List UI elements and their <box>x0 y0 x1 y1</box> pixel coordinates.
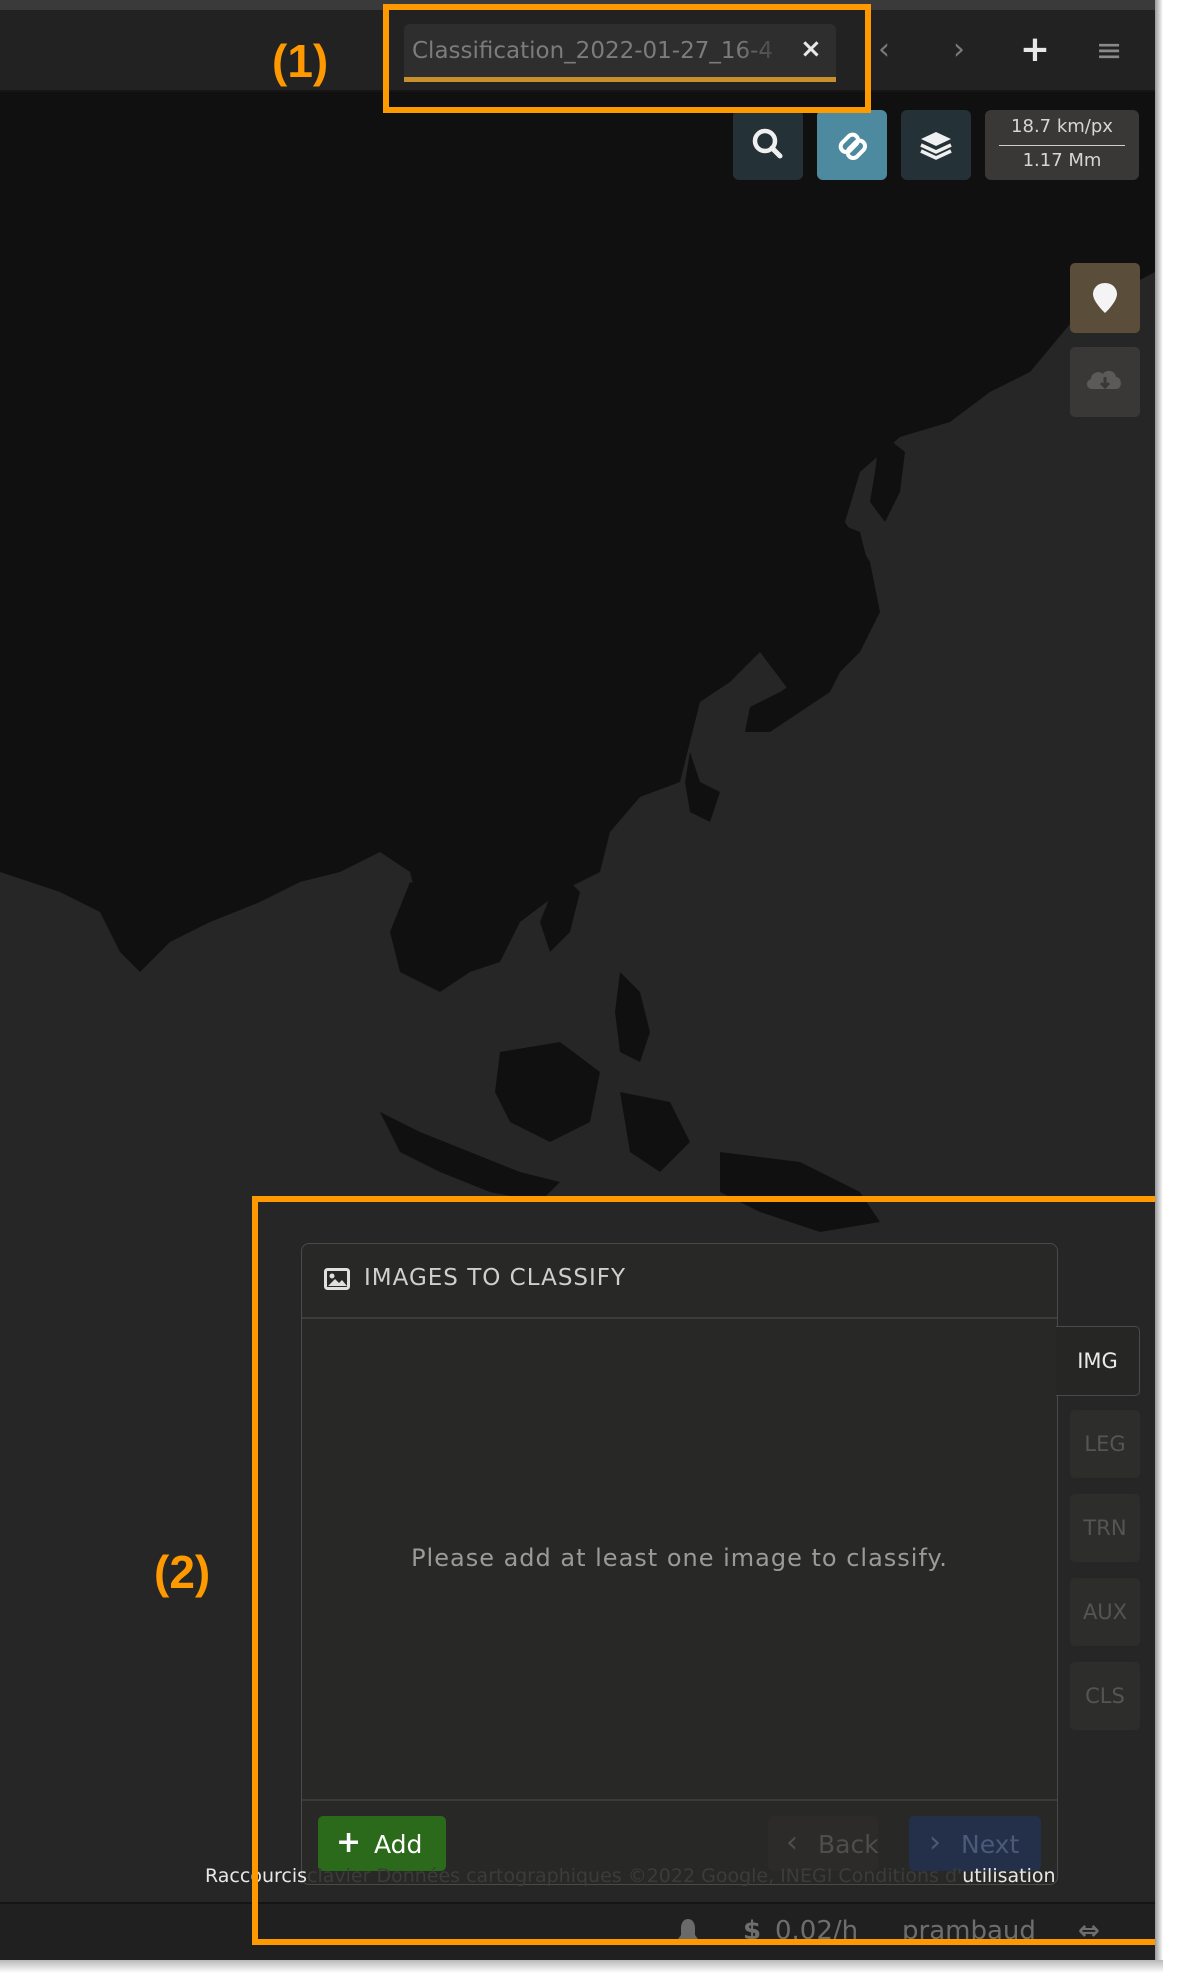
layers-button[interactable] <box>901 110 971 180</box>
annotation-label-1: (1) <box>272 35 329 87</box>
annotation-box-1 <box>383 4 871 113</box>
search-icon <box>752 128 783 159</box>
window-shadow-right <box>1155 0 1163 1960</box>
link-button[interactable] <box>817 110 887 180</box>
scale-distance: 1.17 Mm <box>1022 150 1102 171</box>
search-button[interactable] <box>733 110 803 180</box>
scale-resolution: 18.7 km/px <box>1011 116 1113 137</box>
cloud-download-icon <box>1086 370 1121 390</box>
layers-icon <box>920 132 952 160</box>
marker-button[interactable] <box>1070 263 1140 333</box>
menu-icon[interactable]: ≡ <box>1089 30 1129 70</box>
new-tab-button[interactable]: + <box>1015 30 1055 70</box>
map-marker-icon <box>1093 283 1117 313</box>
app-window: Classification_2022-01-27_16-4 × ‹ › + ≡ <box>0 0 1155 1960</box>
scale-divider <box>999 145 1125 146</box>
chevron-right-icon[interactable]: › <box>939 30 979 70</box>
annotation-box-2 <box>252 1196 1155 1945</box>
link-icon <box>838 132 868 161</box>
download-button[interactable] <box>1070 347 1140 417</box>
window-shadow-bottom <box>0 1960 1163 1973</box>
annotation-label-2: (2) <box>154 1546 211 1598</box>
map-scale: 18.7 km/px 1.17 Mm <box>985 110 1139 180</box>
